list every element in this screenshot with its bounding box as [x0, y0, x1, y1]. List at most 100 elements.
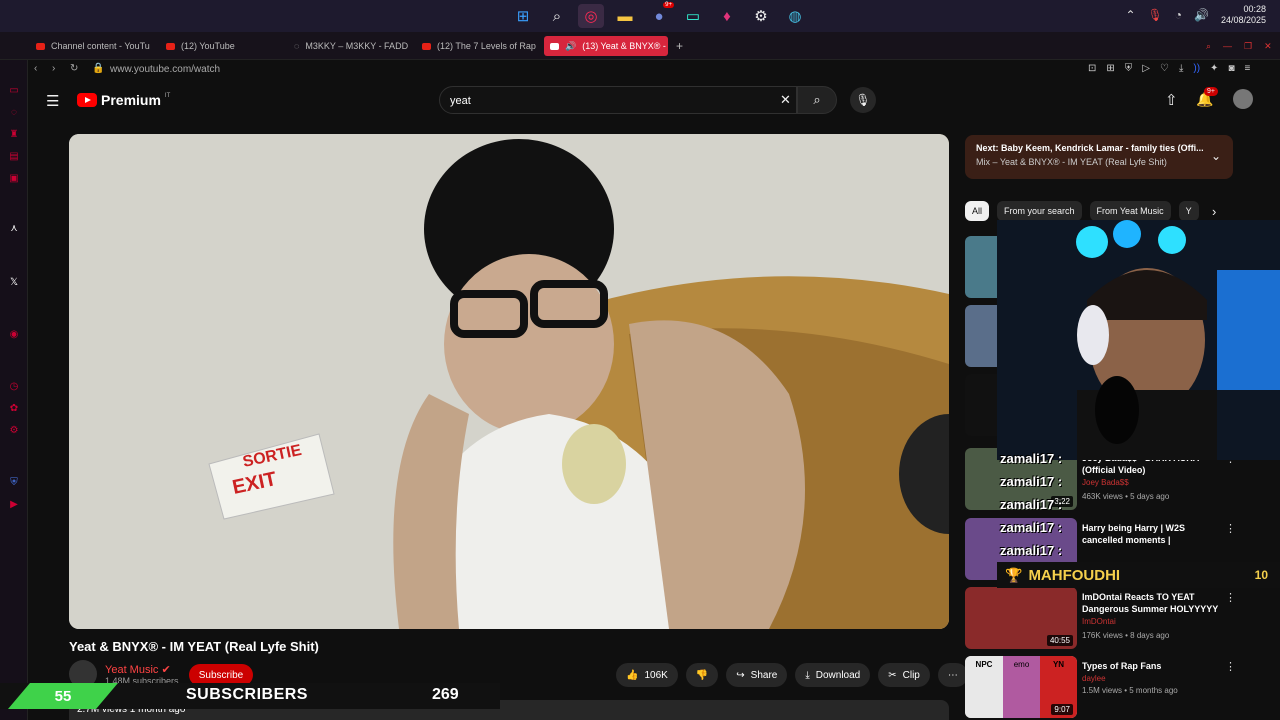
microphone-icon[interactable]: 🎙 — [1148, 8, 1163, 22]
subscriber-goal-target: 269 — [432, 686, 459, 703]
wifi-icon[interactable]: ◔ — [1175, 8, 1182, 22]
clear-search-icon[interactable]: ✕ — [780, 92, 791, 108]
youtube-favicon-icon — [422, 42, 431, 50]
snapshot-icon[interactable]: ⊡ — [1088, 63, 1096, 74]
back-icon[interactable]: ‹ — [34, 63, 37, 74]
chip-all[interactable]: All — [965, 201, 990, 221]
x-twitter-icon[interactable]: 𝕏 — [8, 276, 20, 288]
clip-button[interactable]: ✂ Clip — [878, 663, 930, 687]
close-window-icon[interactable]: ✕ — [1264, 41, 1272, 52]
recommendation-meta: 463K views • 5 days ago — [1082, 492, 1170, 501]
chat-message: zamali17 : — [1000, 543, 1063, 558]
thumbs-down-icon: 👎 — [695, 669, 709, 681]
more-options-icon[interactable]: ⋮ — [1225, 522, 1236, 535]
extensions-icon[interactable]: ✿ — [8, 402, 20, 414]
hidden-thumb[interactable] — [965, 305, 999, 367]
chevron-down-icon[interactable]: ⌄ — [1211, 149, 1221, 163]
search-icon[interactable]: ⌕ — [544, 4, 570, 28]
settings-icon[interactable]: ⚙ — [8, 424, 20, 436]
youtube-favicon-icon — [166, 42, 175, 50]
tab-label: M3KKY – M3KKY - FADD — [305, 41, 408, 51]
youtube-logo[interactable]: Premium IT — [77, 92, 170, 108]
more-options-icon[interactable]: ⋮ — [1225, 660, 1236, 673]
recommendation-channel: daylee — [1082, 674, 1106, 683]
twitch-icon[interactable]: ▤ — [8, 150, 20, 162]
chips-next-icon[interactable]: › — [1212, 204, 1216, 219]
recommendation-item[interactable]: NPC emo YN 9:07 Types of Rap Fans daylee… — [965, 656, 1280, 720]
maximize-icon[interactable]: ❐ — [1244, 41, 1252, 52]
subscriber-goal-label: SUBSCRIBERS — [186, 686, 308, 703]
more-options-icon[interactable]: ⋮ — [1225, 591, 1236, 604]
youtube-favicon-icon — [550, 42, 559, 50]
chevron-up-icon[interactable]: ⌃ — [1125, 8, 1135, 22]
youtube-icon[interactable]: ▶ — [8, 498, 20, 510]
ai-icon[interactable]: ⋏ — [8, 222, 20, 234]
tab-yeat-active[interactable]: 🔊 (13) Yeat & BNYX® - I — [544, 36, 668, 56]
history-icon[interactable]: ◷ — [8, 380, 20, 392]
upload-icon[interactable]: ⇧ — [1165, 91, 1178, 109]
terminal-icon[interactable]: ▭ — [680, 4, 706, 28]
share-label: Share — [750, 669, 778, 681]
duration: 9:07 — [1051, 704, 1073, 715]
volume-icon[interactable]: 🔊 — [1194, 8, 1209, 22]
windows-start-icon[interactable]: ⊞ — [510, 4, 536, 28]
puzzle-icon[interactable]: ✦ — [1210, 63, 1218, 74]
recommendation-item[interactable]: 40:55 ImDOntai Reacts TO YEAT Dangerous … — [965, 587, 1280, 651]
up-next-panel[interactable]: Next: Baby Keem, Kendrick Lamar - family… — [965, 135, 1233, 179]
vpn-icon[interactable]: ⛨ — [1125, 63, 1133, 74]
browser-icon[interactable]: ◍ — [782, 4, 808, 28]
account-avatar[interactable] — [1233, 89, 1253, 109]
profile-icon[interactable]: ◙ — [1228, 63, 1234, 74]
tab-channel-content[interactable]: Channel content - YouTube — [30, 36, 150, 56]
hidden-thumb[interactable] — [965, 374, 999, 436]
easy-setup-icon[interactable]: ≡ — [1244, 63, 1250, 74]
download-button[interactable]: ⤓ Download — [795, 663, 871, 687]
trophy-icon: 🏆 — [1005, 566, 1023, 583]
hamburger-menu-icon[interactable]: ☰ — [46, 92, 59, 110]
tab-m3kky[interactable]: ◌ M3KKY – M3KKY - FADD — [288, 36, 408, 56]
heart-icon[interactable]: ♡ — [1160, 63, 1169, 74]
search-input[interactable]: yeat — [439, 86, 797, 114]
hidden-thumb[interactable] — [965, 236, 999, 298]
more-actions-button[interactable]: ⋯ — [937, 663, 968, 687]
logo-text: Premium — [101, 92, 161, 108]
audio-icon[interactable]: )) — [1193, 63, 1200, 74]
chip-from-yeat[interactable]: From Yeat Music — [1089, 201, 1171, 221]
dislike-button[interactable]: 👎 — [685, 663, 719, 687]
chip-more[interactable]: Y — [1178, 201, 1199, 221]
news-icon[interactable]: ▣ — [8, 172, 20, 184]
clock[interactable]: 00:28 24/08/2025 — [1221, 4, 1266, 26]
share-button[interactable]: ↪ Share — [726, 663, 788, 687]
forward-icon[interactable]: › — [52, 63, 55, 74]
file-explorer-icon[interactable]: ▬ — [612, 4, 638, 28]
channel-name[interactable]: Yeat Music ✔ — [105, 663, 179, 676]
player-icon[interactable]: ◉ — [8, 328, 20, 340]
gx-cleaner-icon[interactable]: ♜ — [8, 128, 20, 140]
next-title: Baby Keem, Kendrick Lamar - family ties … — [1001, 143, 1204, 153]
like-button[interactable]: 👍 106K — [616, 663, 678, 687]
steelseries-icon[interactable]: ⚙ — [748, 4, 774, 28]
toolbar-extensions: ⊡ ⊞ ⛨ ▷ ♡ ⤓ )) ✦ ◙ ≡ — [1088, 63, 1250, 74]
download-icon[interactable]: ⤓ — [1179, 63, 1183, 74]
discord-icon[interactable]: ● 9+ — [646, 2, 674, 28]
new-tab-button[interactable]: + — [670, 36, 688, 56]
gx-control-icon[interactable]: ◌ — [8, 106, 20, 118]
opera-gx-icon[interactable]: ◎ — [578, 4, 604, 28]
pin-app-icon[interactable]: ♦ — [714, 4, 740, 28]
play-icon[interactable]: ▷ — [1142, 63, 1150, 74]
shield-icon[interactable]: ⛨ — [8, 476, 20, 488]
search-tabs-icon[interactable]: ⌕ — [1206, 41, 1211, 52]
youtube-play-icon — [77, 93, 97, 107]
tab-7-levels[interactable]: (12) The 7 Levels of Rapp — [416, 36, 536, 56]
voice-search-button[interactable]: 🎙 — [850, 87, 876, 113]
tab-youtube[interactable]: (12) YouTube — [160, 36, 280, 56]
windows-taskbar: ⊞ ⌕ ◎ ▬ ● 9+ ▭ ♦ ⚙ ◍ ⌃ 🎙 ◔ 🔊 00:28 24/08/… — [0, 0, 1280, 32]
crop-icon[interactable]: ⊞ — [1106, 63, 1114, 74]
chip-from-search[interactable]: From your search — [997, 201, 1082, 221]
url-field[interactable]: www.youtube.com/watch — [110, 64, 220, 75]
reload-icon[interactable]: ↻ — [70, 63, 78, 74]
minimize-icon[interactable]: — — [1223, 41, 1232, 51]
search-button[interactable]: ⌕ — [797, 86, 837, 114]
speed-dial-icon[interactable]: ▭ — [8, 84, 20, 96]
video-player[interactable]: SORTIE EXIT — [69, 134, 949, 629]
